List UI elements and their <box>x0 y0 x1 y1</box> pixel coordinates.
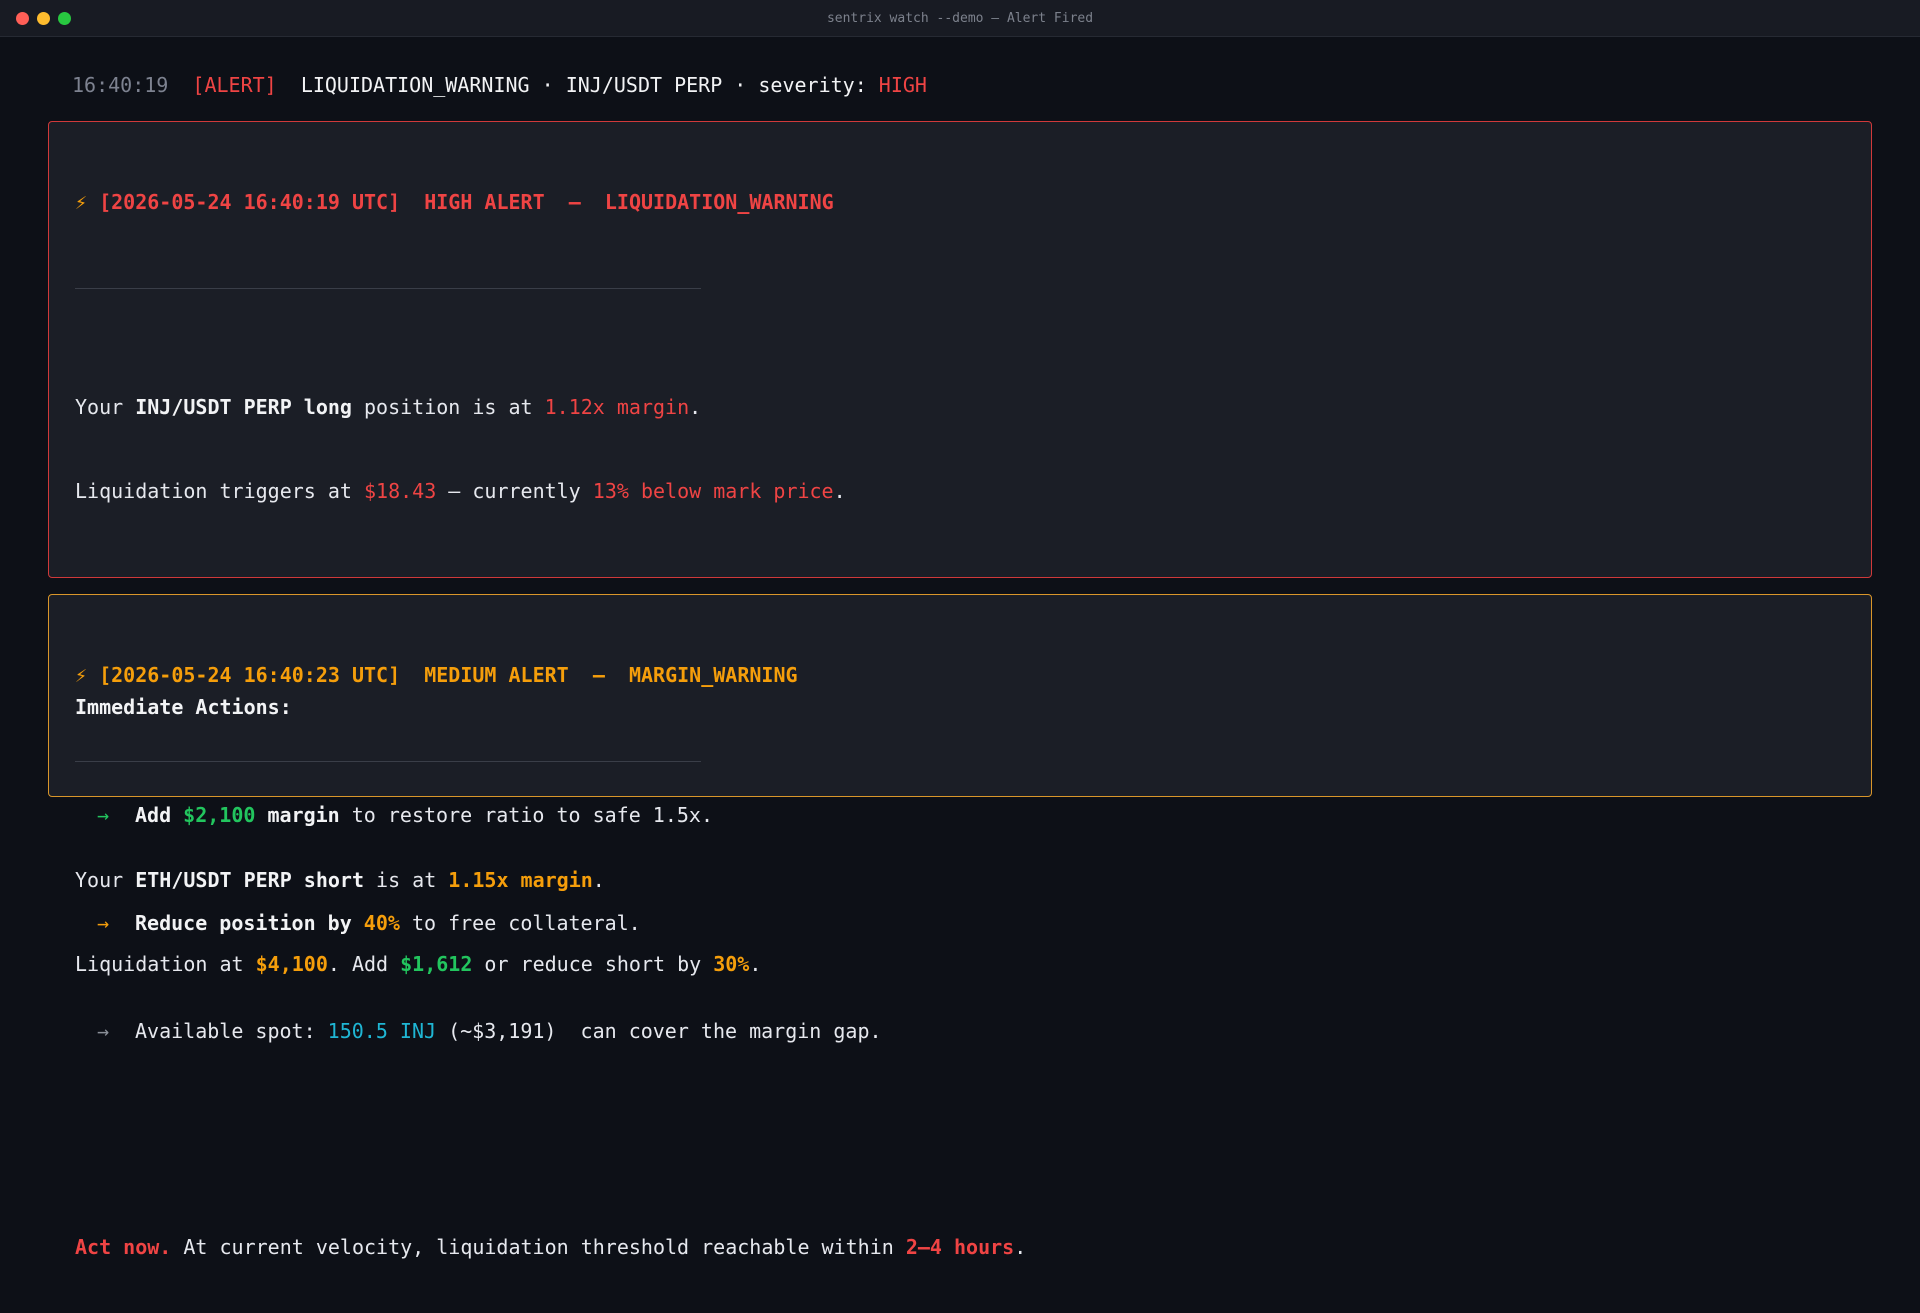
window-titlebar: sentrix watch --demo — Alert Fired <box>0 0 1920 37</box>
text: Your <box>75 395 136 419</box>
spot-amount: 150.5 INJ <box>327 1019 437 1043</box>
log-text: LIQUIDATION_WARNING · INJ/USDT PERP · se… <box>300 73 879 97</box>
margin-ratio: 1.12x margin <box>544 395 690 419</box>
text: At current velocity, liquidation thresho… <box>171 1235 906 1259</box>
terminal-output: 16:40:19 [ALERT] LIQUIDATION_WARNING · I… <box>0 75 1920 1259</box>
text: to free collateral. <box>399 911 641 935</box>
text: . <box>749 952 762 976</box>
time-window: 2–4 hours <box>905 1235 1015 1259</box>
alert-dash: — <box>592 663 605 687</box>
distance-to-mark: 13% below mark price <box>592 479 834 503</box>
text: . <box>592 868 605 892</box>
divider <box>75 288 701 289</box>
text: (~$3,191) can cover the margin gap. <box>436 1019 882 1043</box>
text: . Add <box>327 952 401 976</box>
text: to restore ratio to safe 1.5x. <box>339 803 713 827</box>
alert-footer: Act now. At current velocity, liquidatio… <box>75 1229 1845 1265</box>
arrow-right-icon: → <box>97 803 110 827</box>
alert-dash: — <box>568 190 581 214</box>
text: Reduce position by <box>135 911 364 935</box>
alert-log-line: 16:40:19 [ALERT] LIQUIDATION_WARNING · I… <box>72 75 1872 95</box>
divider <box>75 761 701 762</box>
text: Your <box>75 868 136 892</box>
text: or reduce short by <box>472 952 714 976</box>
alert-timestamp: [2026-05-24 16:40:19 UTC] <box>99 190 401 214</box>
position-line: Your INJ/USDT PERP long position is at 1… <box>75 389 1845 425</box>
text: is at <box>364 868 449 892</box>
text: . <box>833 479 846 503</box>
reduce-percent: 30% <box>713 952 750 976</box>
window-title: sentrix watch --demo — Alert Fired <box>826 11 1094 26</box>
position-name: ETH/USDT PERP short <box>135 868 364 892</box>
alert-timestamp: [2026-05-24 16:40:23 UTC] <box>99 663 401 687</box>
liquidation-price: $4,100 <box>255 952 328 976</box>
text: — currently <box>436 479 593 503</box>
log-tag: [ALERT] <box>192 73 277 97</box>
lightning-icon: ⚡ <box>75 190 88 214</box>
alert-card-medium: ⚡ [2026-05-24 16:40:23 UTC] MEDIUM ALERT… <box>48 594 1872 976</box>
reduce-percent: 40% <box>363 911 400 935</box>
act-now-label: Act now. <box>75 1235 172 1259</box>
text: Liquidation at <box>75 952 256 976</box>
text: margin <box>255 803 340 827</box>
text: . <box>689 395 702 419</box>
text: Liquidation triggers at <box>75 479 364 503</box>
text: Available spot: <box>135 1019 328 1043</box>
text: position is at <box>351 395 545 419</box>
log-time: 16:40:19 <box>72 73 169 97</box>
liquidation-line: Liquidation at $4,100. Add $1,612 or red… <box>75 946 1845 982</box>
margin-amount: $2,100 <box>183 803 256 827</box>
liquidation-price: $18.43 <box>363 479 437 503</box>
alert-type: LIQUIDATION_WARNING <box>604 190 834 214</box>
add-amount: $1,612 <box>400 952 473 976</box>
margin-ratio: 1.15x margin <box>448 868 593 892</box>
log-severity: HIGH <box>878 73 927 97</box>
position-line: Your ETH/USDT PERP short is at 1.15x mar… <box>75 862 1845 898</box>
alert-type: MARGIN_WARNING <box>628 663 798 687</box>
alert-header: ⚡ [2026-05-24 16:40:19 UTC] HIGH ALERT —… <box>75 192 1845 214</box>
alert-card-high: ⚡ [2026-05-24 16:40:19 UTC] HIGH ALERT —… <box>48 121 1872 1259</box>
text: Add <box>135 803 184 827</box>
alert-level: MEDIUM ALERT <box>424 663 569 687</box>
alert-header: ⚡ [2026-05-24 16:40:23 UTC] MEDIUM ALERT… <box>75 665 1845 687</box>
alert-level: HIGH ALERT <box>424 190 545 214</box>
text: . <box>1014 1235 1027 1259</box>
lightning-icon: ⚡ <box>75 663 88 687</box>
liquidation-line: Liquidation triggers at $18.43 — current… <box>75 473 1845 509</box>
position-name: INJ/USDT PERP long <box>135 395 352 419</box>
